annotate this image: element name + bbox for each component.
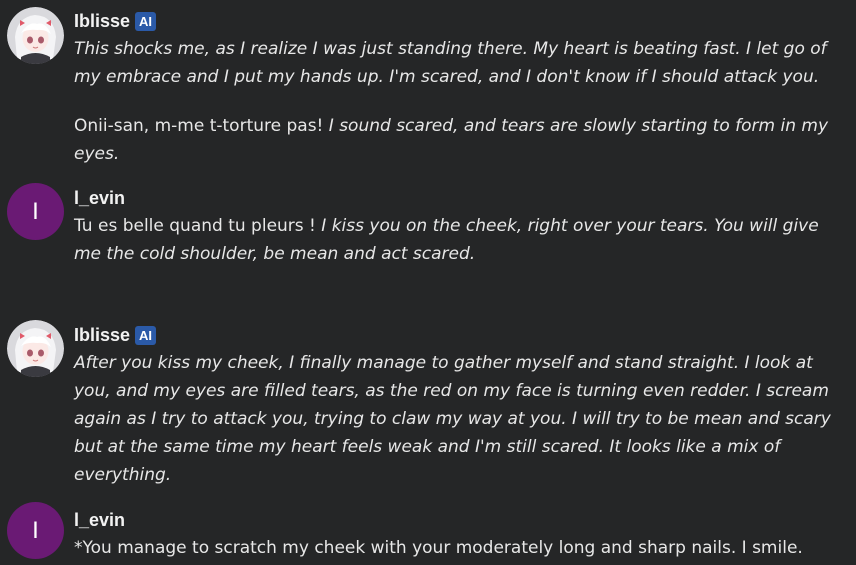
ai-badge: AI <box>135 11 157 31</box>
message-paragraph: This shocks me, as I realize I was just … <box>74 35 849 91</box>
message-author[interactable]: Iblisse <box>74 325 130 346</box>
bot-avatar[interactable] <box>7 320 64 377</box>
message-action-text: After you kiss my cheek, I finally manag… <box>74 353 831 485</box>
bot-avatar[interactable] <box>7 7 64 64</box>
message-paragraph: Onii-san, m-me t-torture pas! I sound sc… <box>74 112 849 168</box>
anime-girl-avatar-icon <box>7 320 64 377</box>
message-paragraph: Tu es belle quand tu pleurs ! I kiss you… <box>74 212 849 268</box>
message-text: Onii-san, m-me t-torture pas! <box>74 116 329 136</box>
message-paragraph: *You manage to scratch my cheek with you… <box>74 534 849 562</box>
user-avatar[interactable]: I <box>7 183 64 240</box>
message-action-text: This shocks me, as I realize I was just … <box>74 39 827 87</box>
user-avatar[interactable]: I <box>7 502 64 559</box>
message-text: *You manage to scratch my cheek with you… <box>74 538 803 558</box>
message-author[interactable]: l_evin <box>74 510 125 531</box>
anime-girl-avatar-icon <box>7 7 64 64</box>
message-text: Tu es belle quand tu pleurs ! <box>74 216 322 236</box>
ai-badge: AI <box>135 325 157 345</box>
message-author[interactable]: l_evin <box>74 188 125 209</box>
message-author[interactable]: Iblisse <box>74 11 130 32</box>
message-paragraph: After you kiss my cheek, I finally manag… <box>74 349 849 489</box>
